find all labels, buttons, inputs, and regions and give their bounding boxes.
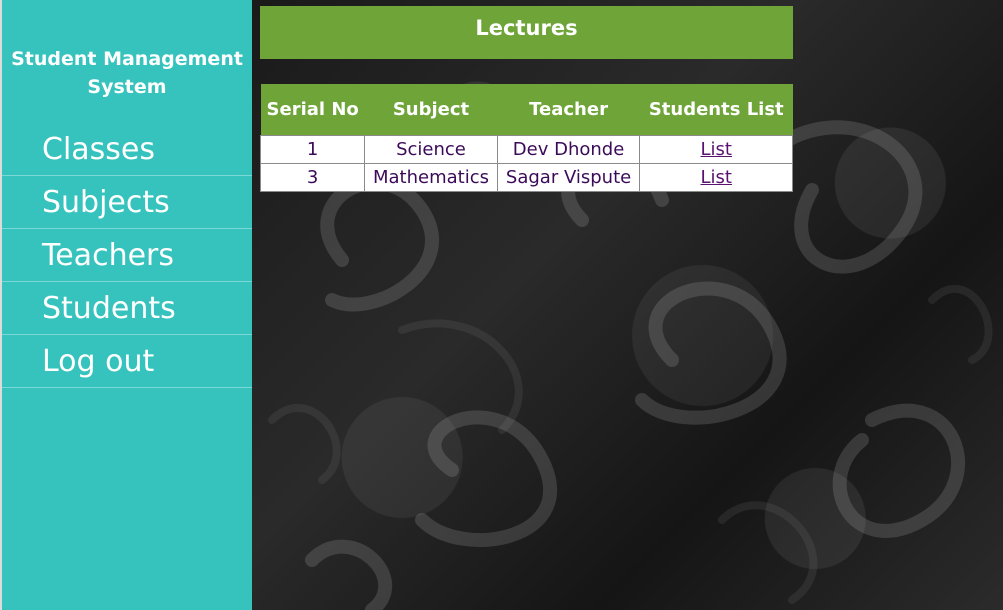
table-header-row: Serial No Subject Teacher Students List [260,84,793,136]
sidebar: Student Management System Classes Subjec… [0,0,252,610]
column-header-teacher: Teacher [497,84,640,136]
sidebar-item-classes[interactable]: Classes [2,123,252,176]
sidebar-nav: Classes Subjects Teachers Students Log o… [2,123,252,388]
students-list-link[interactable]: List [701,167,732,188]
column-header-students-list: Students List [639,84,793,136]
sidebar-item-subjects[interactable]: Subjects [2,176,252,229]
cell-subject: Mathematics [364,163,498,192]
sidebar-item-students[interactable]: Students [2,282,252,335]
cell-serial: 3 [259,163,366,192]
cell-students-list: List [639,163,793,192]
table-row: 1 Science Dev Dhonde List [259,135,793,164]
sidebar-item-logout[interactable]: Log out [2,335,252,388]
sidebar-item-teachers[interactable]: Teachers [2,229,252,282]
lectures-table: Serial No Subject Teacher Students List … [259,84,793,192]
column-header-subject: Subject [364,84,498,136]
table-row: 3 Mathematics Sagar Vispute List [259,163,793,192]
cell-serial: 1 [259,135,366,164]
lectures-table-container: Serial No Subject Teacher Students List … [259,84,793,192]
cell-teacher: Sagar Vispute [496,163,641,192]
cell-students-list: List [639,135,793,164]
app-brand-title: Student Management System [11,48,243,98]
cell-subject: Science [364,135,498,164]
page-title: Lectures [260,6,793,59]
cell-teacher: Dev Dhonde [496,135,641,164]
column-header-serial: Serial No [260,84,365,136]
students-list-link[interactable]: List [701,139,732,160]
